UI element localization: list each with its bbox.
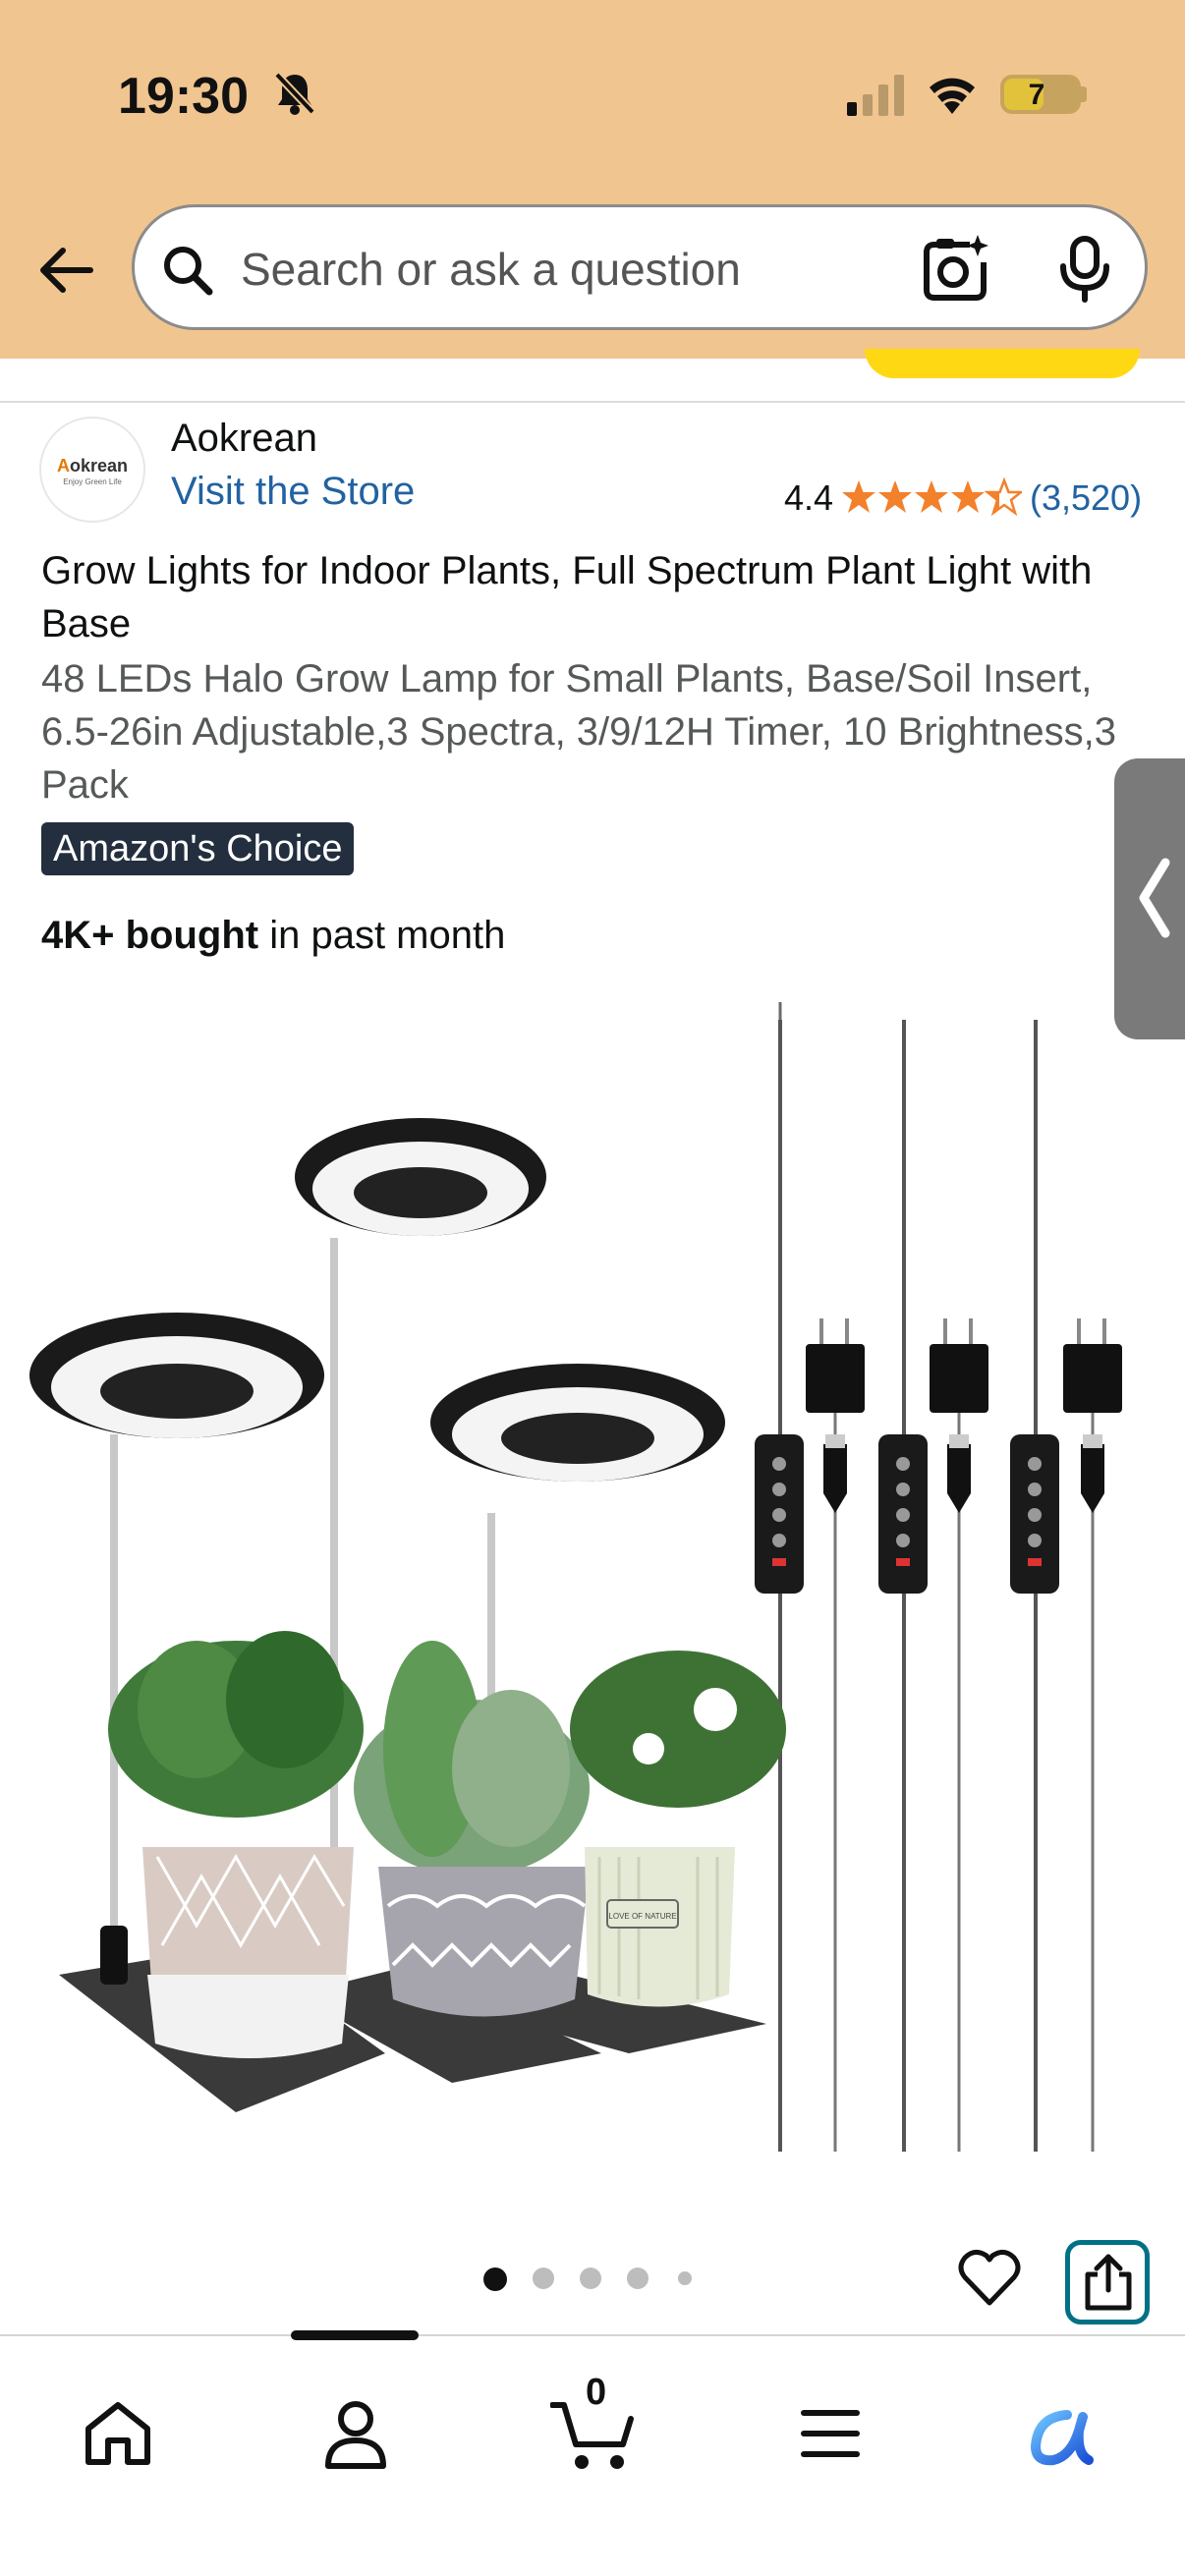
battery-percentage: 7 [1028,79,1045,111]
account-icon[interactable] [324,2399,387,2470]
bought-in-past-month: 4K+ bought in past month [41,914,505,958]
back-arrow-icon[interactable] [35,240,96,301]
side-panel-tab[interactable] [1114,758,1185,1039]
bought-count: 4K+ bought [41,914,259,957]
battery-indicator: 7 [1000,75,1081,114]
product-title: Grow Lights for Indoor Plants, Full Spec… [41,549,1093,645]
cellular-signal-icon [847,75,904,116]
bottom-navigation: 0 [0,2330,1185,2576]
add-to-cart-peek [865,349,1140,378]
pager-dot[interactable] [580,2268,601,2289]
bought-period: in past month [258,914,506,957]
heart-icon[interactable] [957,2246,1022,2311]
pager-dot[interactable] [533,2268,554,2289]
status-time: 19:30 [118,68,249,125]
product-image[interactable]: LOVE OF NATURE [0,1002,1185,2161]
rufus-icon[interactable] [1028,2407,1099,2466]
wifi-icon [930,78,975,114]
star-rating-icon[interactable] [841,476,1022,517]
brand-logo-letter: A [56,456,70,476]
pot-label-text: LOVE OF NATURE [608,1912,676,1921]
amazons-choice-badge: Amazon's Choice [41,822,354,875]
visit-store-link[interactable]: Visit the Store [171,470,415,514]
menu-icon[interactable] [800,2407,861,2460]
brand-logo[interactable]: Aokrean Enjoy Green Life [39,417,145,523]
cart-icon[interactable] [550,2399,635,2474]
battery-tip [1081,86,1087,102]
home-icon[interactable] [83,2399,153,2468]
rating-value: 4.4 [784,477,834,518]
active-tab-indicator [291,2330,419,2340]
rating-count-link[interactable]: (3,520) [1030,477,1142,519]
chevron-left-icon [1139,858,1170,938]
pager-dot-active[interactable] [483,2268,507,2291]
brand-name: Aokrean [171,417,317,460]
product-subtitle: 48 LEDs Halo Grow Lamp for Small Plants,… [41,657,1116,807]
brand-logo-tagline: Enjoy Green Life [63,477,122,486]
share-button[interactable] [1065,2240,1150,2324]
bell-slash-icon [274,72,315,115]
search-icon [164,247,213,296]
brand-logo-text: Aokrean [41,456,143,476]
header: 19:30 7 [0,0,1185,359]
pager-dot[interactable] [678,2271,692,2285]
pager-dot[interactable] [627,2268,649,2289]
share-icon [1085,2254,1132,2311]
divider [0,401,1185,403]
brand-logo-word: okrean [69,456,129,476]
microphone-icon[interactable] [1056,235,1113,304]
search-input[interactable] [241,237,850,302]
camera-lens-icon[interactable] [921,233,991,304]
search-bar[interactable] [132,204,1148,330]
